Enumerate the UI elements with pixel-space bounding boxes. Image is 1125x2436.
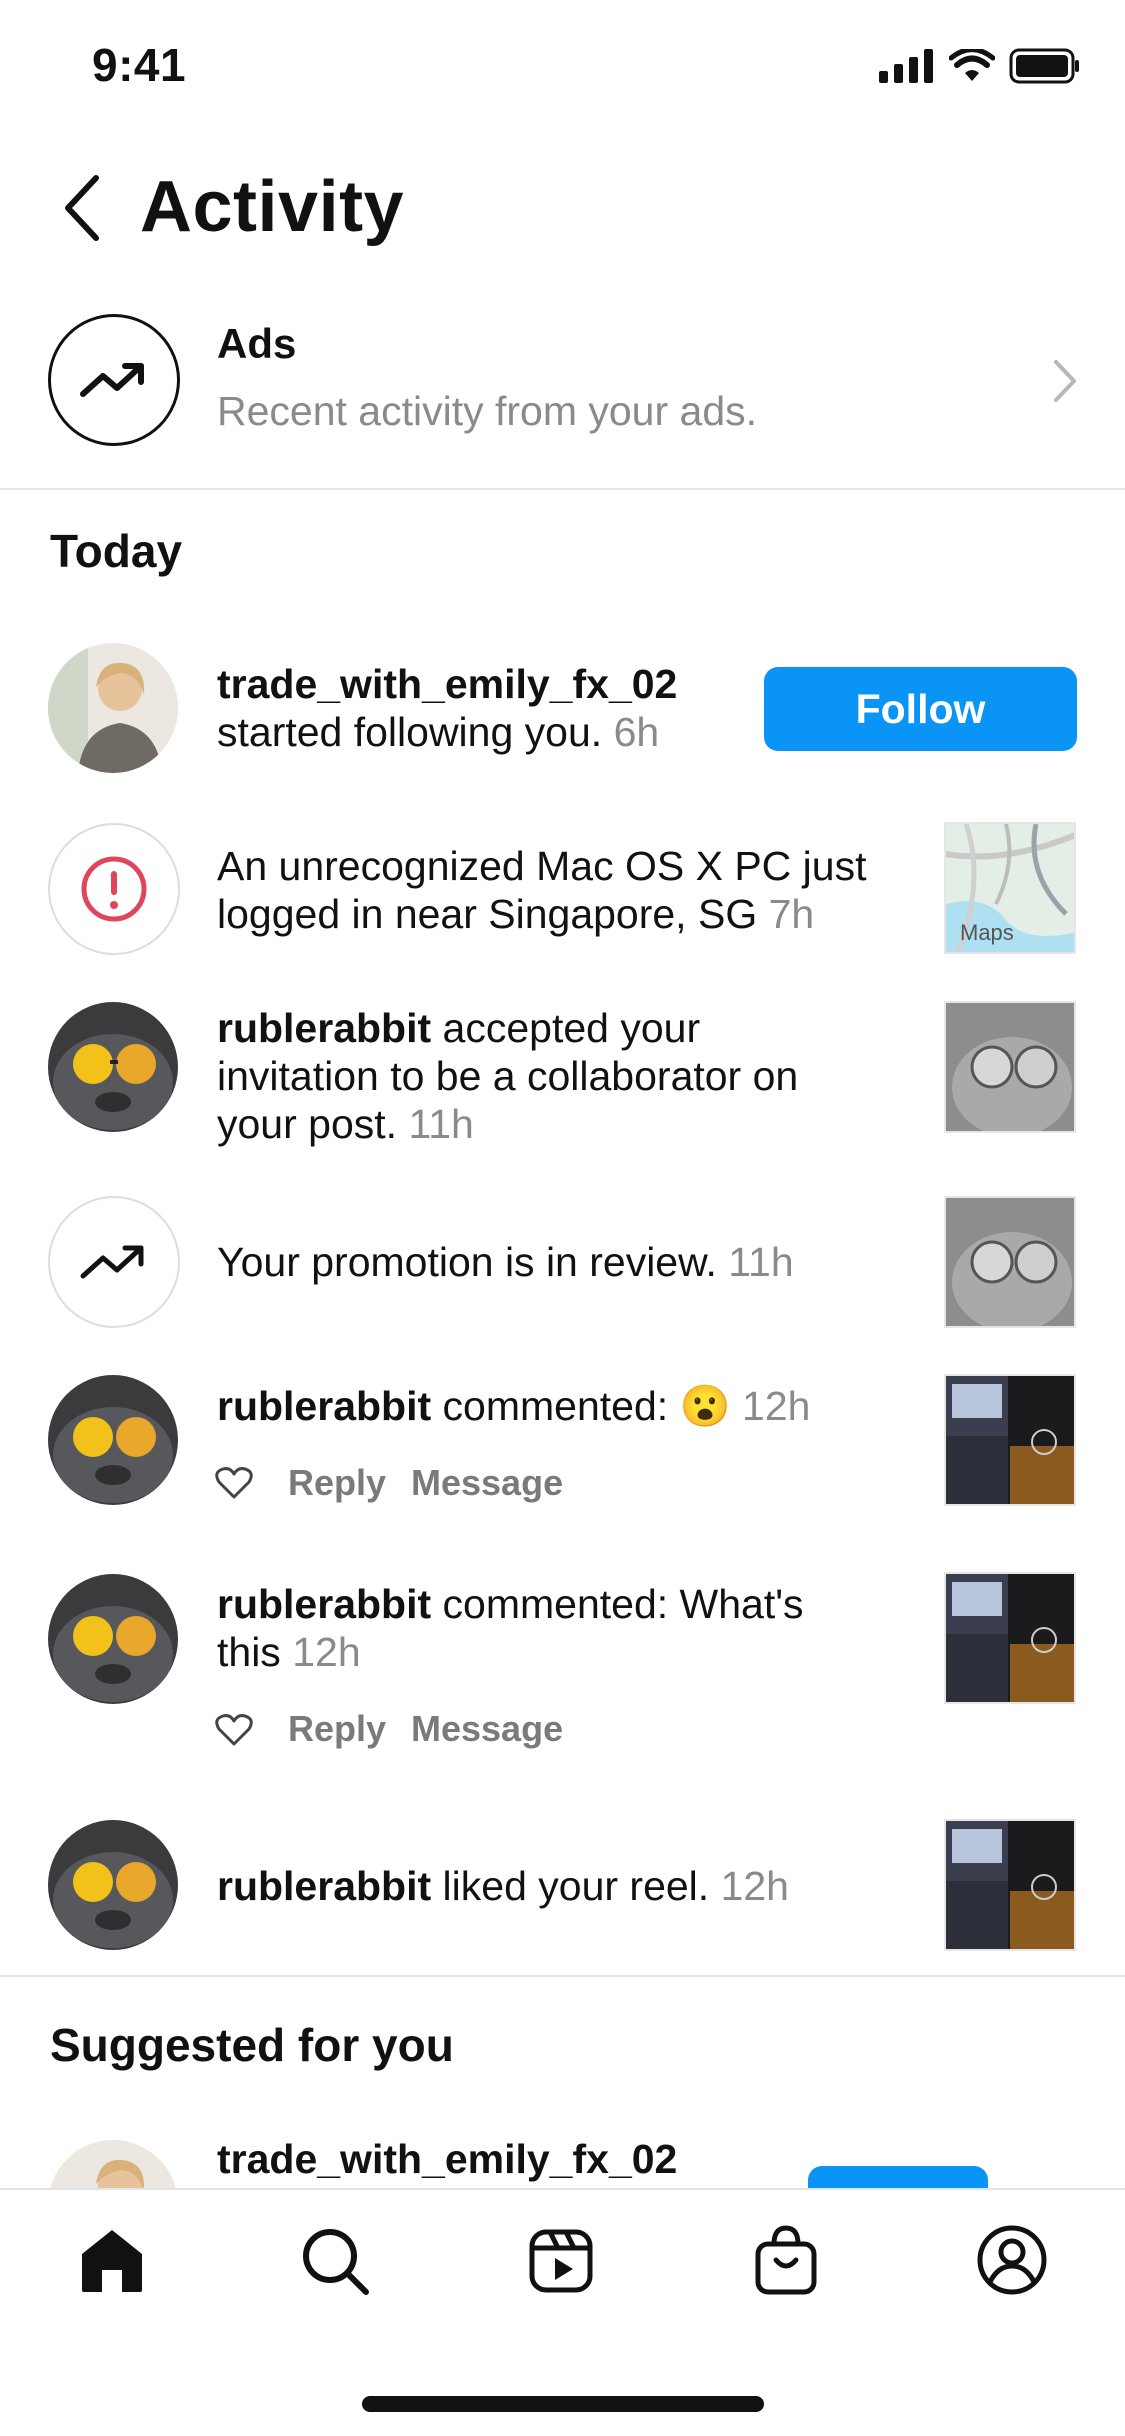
- profile-icon[interactable]: [976, 2224, 1048, 2296]
- suggested-username: trade_with_emily_fx_02: [217, 2136, 678, 2182]
- status-icons: [879, 46, 1081, 86]
- message-button[interactable]: Message: [411, 1462, 563, 1504]
- promotion-trend-icon: [48, 1196, 180, 1328]
- divider: [0, 1975, 1125, 1977]
- shop-icon[interactable]: [754, 2224, 818, 2296]
- reply-button[interactable]: Reply: [288, 1462, 386, 1504]
- ads-title: Ads: [217, 320, 297, 367]
- home-icon[interactable]: [78, 2228, 146, 2294]
- reel-thumbnail[interactable]: [944, 1572, 1076, 1704]
- maps-label: Maps: [960, 920, 1014, 945]
- message-button[interactable]: Message: [411, 1708, 563, 1750]
- follow-button[interactable]: Follow: [764, 667, 1077, 751]
- home-indicator: [362, 2396, 764, 2412]
- avatar[interactable]: [48, 643, 178, 773]
- notification-text: trade_with_emily_fx_02 started following…: [217, 661, 678, 755]
- chevron-left-icon: [65, 175, 99, 241]
- avatar[interactable]: [48, 1002, 178, 1132]
- avatar[interactable]: [48, 1375, 178, 1505]
- map-thumbnail[interactable]: Maps: [944, 822, 1076, 954]
- section-title-today: Today: [50, 525, 183, 577]
- suggested-follow-button[interactable]: [808, 2166, 988, 2188]
- emoji: 😮: [679, 1383, 731, 1429]
- notification-text: An unrecognized Mac OS X PC just logged …: [217, 843, 867, 937]
- notification-text: rublerabbit commented: What's this 12h: [217, 1581, 804, 1675]
- notification-text: Your promotion is in review. 11h: [217, 1239, 794, 1285]
- notification-text: rublerabbit commented: 😮 12h: [217, 1383, 811, 1429]
- post-thumbnail[interactable]: [944, 1001, 1076, 1133]
- post-thumbnail[interactable]: [944, 1196, 1076, 1328]
- avatar[interactable]: [48, 1820, 178, 1950]
- signal-icon: [879, 49, 933, 83]
- page-title: Activity: [140, 167, 405, 247]
- ads-trend-icon: [48, 314, 180, 446]
- wifi-icon: [949, 49, 995, 81]
- ads-row[interactable]: Ads Recent activity from your ads.: [0, 300, 1125, 490]
- section-title-suggested: Suggested for you: [50, 2019, 454, 2071]
- reel-thumbnail[interactable]: [944, 1374, 1076, 1506]
- avatar[interactable]: [48, 1574, 178, 1704]
- alert-icon: [48, 823, 180, 955]
- heart-icon[interactable]: [215, 1466, 253, 1500]
- status-time: 9:41: [92, 39, 187, 91]
- battery-icon: [1009, 48, 1079, 84]
- notification-text: rublerabbit accepted your invitation to …: [217, 1005, 799, 1147]
- avatar[interactable]: [48, 2140, 178, 2188]
- chevron-right-icon: [1054, 360, 1076, 402]
- search-icon[interactable]: [300, 2226, 372, 2298]
- notification-text: rublerabbit liked your reel. 12h: [217, 1863, 789, 1909]
- ads-subtitle: Recent activity from your ads.: [217, 388, 758, 434]
- back-button[interactable]: [58, 172, 106, 244]
- reels-icon[interactable]: [528, 2228, 594, 2294]
- reply-button[interactable]: Reply: [288, 1708, 386, 1750]
- reel-thumbnail[interactable]: [944, 1819, 1076, 1951]
- divider: [0, 488, 1125, 490]
- heart-icon[interactable]: [215, 1713, 253, 1747]
